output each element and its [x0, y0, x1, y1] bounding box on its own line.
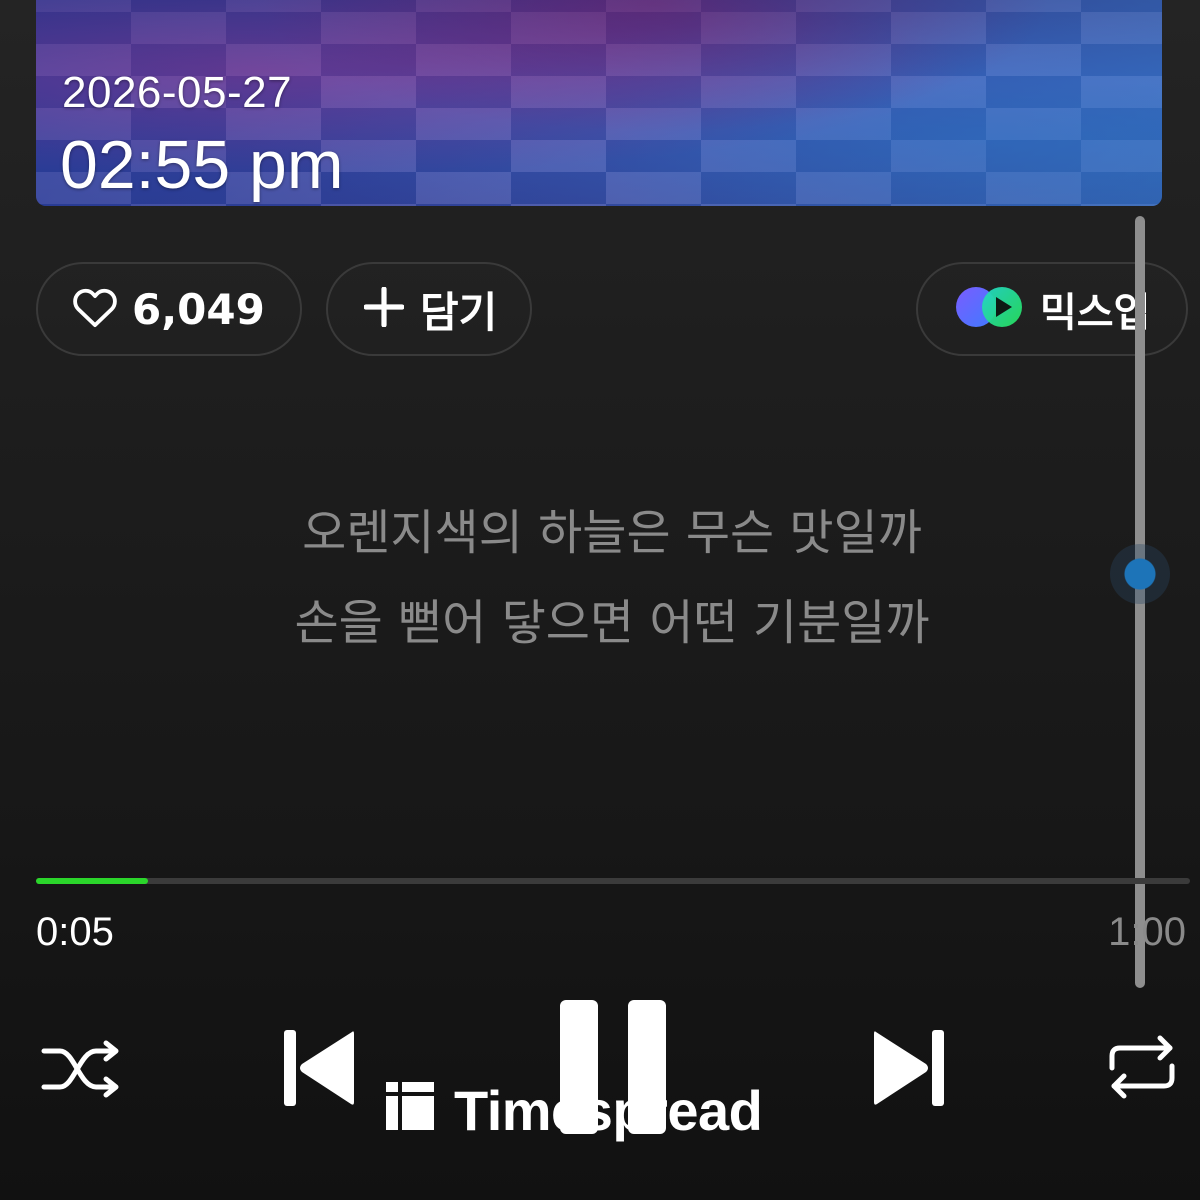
repeat-button[interactable]	[1104, 1034, 1180, 1104]
heart-icon	[72, 286, 118, 332]
shuffle-icon	[40, 1037, 124, 1105]
next-button[interactable]	[870, 1028, 946, 1112]
progress-bar[interactable]	[36, 878, 1190, 884]
skip-next-icon	[870, 1026, 946, 1114]
elapsed-time: 0:05	[36, 910, 114, 954]
add-label: 담기	[420, 287, 498, 337]
previous-button[interactable]	[282, 1028, 358, 1112]
plus-icon	[363, 286, 405, 331]
total-duration: 1:00	[1108, 910, 1186, 954]
lyrics-line: 오렌지색의 하늘은 무슨 맛일까	[302, 505, 922, 561]
like-button[interactable]: 6,049	[36, 262, 302, 356]
mixup-button[interactable]: 믹스업	[916, 262, 1188, 356]
lyrics-line: 손을 뻗어 닿으면 어떤 기분일까	[294, 595, 930, 651]
shuffle-button[interactable]	[40, 1036, 124, 1106]
repeat-icon	[1104, 1032, 1180, 1106]
lyrics-scroll-handle[interactable]	[1110, 544, 1170, 604]
album-date: 2026-05-27	[62, 68, 293, 117]
player-screen: 2026-05-27 02:55 pm 6,049 담기 믹스업 오렌지색의 하…	[0, 0, 1200, 1200]
lyrics-panel[interactable]: 오렌지색의 하늘은 무슨 맛일까 손을 뻗어 닿으면 어떤 기분일까	[0, 488, 1200, 668]
mixup-icon	[952, 284, 1026, 334]
mixup-label: 믹스업	[1040, 290, 1151, 336]
add-to-playlist-button[interactable]: 담기	[326, 262, 532, 356]
progress-fill	[36, 878, 148, 884]
like-count: 6,049	[132, 284, 265, 334]
timespread-logo-icon	[386, 1078, 434, 1143]
album-time: 02:55 pm	[60, 127, 344, 203]
skip-previous-icon	[282, 1026, 358, 1114]
watermark: Timespread	[386, 1078, 763, 1143]
watermark-text: Timespread	[454, 1079, 763, 1142]
